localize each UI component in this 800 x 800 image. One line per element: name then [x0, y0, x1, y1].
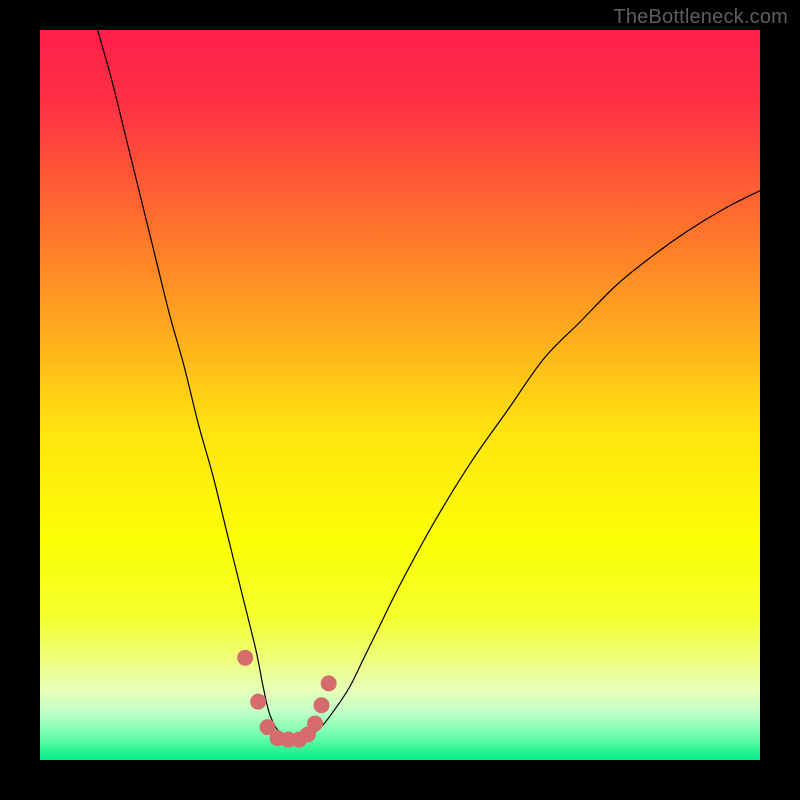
plot-area: [40, 30, 760, 760]
watermark-text: TheBottleneck.com: [613, 6, 788, 29]
bottleneck-curve: [98, 30, 760, 738]
highlight-dot: [321, 675, 337, 691]
highlight-dot: [250, 694, 266, 710]
curve-layer: [40, 30, 760, 760]
highlight-dot: [314, 697, 330, 713]
chart-stage: TheBottleneck.com: [0, 0, 800, 800]
highlight-dot: [307, 716, 323, 732]
highlight-dot: [237, 650, 253, 666]
highlight-dots: [237, 650, 337, 748]
